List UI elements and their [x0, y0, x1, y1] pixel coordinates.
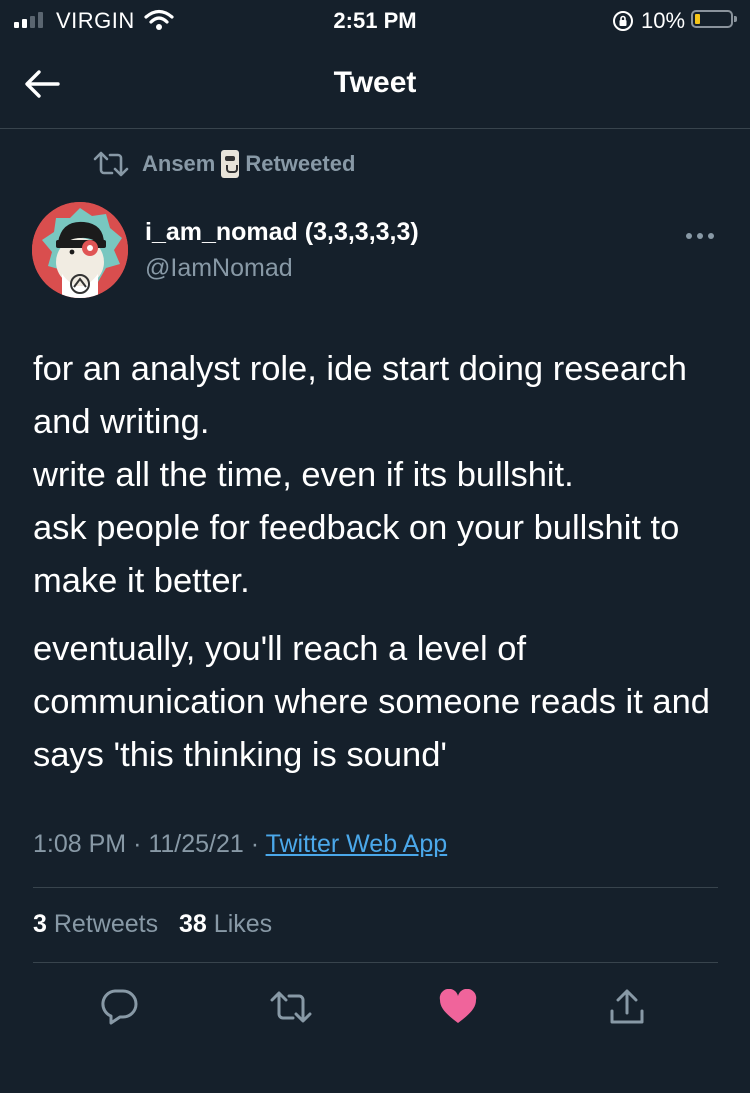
like-button[interactable]: [433, 985, 483, 1029]
tweet-paragraph: for an analyst role, ide start doing res…: [33, 350, 687, 600]
divider: [33, 887, 718, 888]
likes-stat[interactable]: 38 Likes: [179, 910, 272, 938]
tweet-metadata: 1:08 PM · 11/25/21 · Twitter Web App: [33, 830, 447, 859]
tweet-date: 11/25/21: [148, 830, 244, 858]
reply-icon: [101, 989, 138, 1025]
likes-label: Likes: [213, 910, 273, 938]
retweet-icon: [93, 151, 129, 177]
tweet-text: for an analyst role, ide start doing res…: [33, 343, 723, 782]
header-bar: Tweet: [0, 42, 750, 129]
share-button[interactable]: [602, 985, 652, 1029]
source-app-link[interactable]: Twitter Web App: [266, 830, 448, 858]
more-options-icon[interactable]: [680, 224, 720, 248]
separator-dot: ·: [250, 830, 260, 858]
retweeter-name: Ansem: [142, 151, 216, 176]
tweet-paragraph: eventually, you'll reach a level of comm…: [33, 630, 710, 774]
avatar[interactable]: [32, 202, 128, 298]
retweets-stat[interactable]: 3 Retweets: [33, 910, 165, 938]
emoji-badge-icon: [221, 150, 240, 178]
clock: 2:51 PM: [333, 8, 417, 33]
retweeted-label: Retweeted: [245, 151, 356, 176]
page-title: Tweet: [333, 66, 417, 99]
battery-icon: [691, 10, 737, 28]
reply-button[interactable]: [94, 985, 144, 1029]
retweeted-by-row[interactable]: Ansem Retweeted: [92, 150, 355, 178]
likes-count: 38: [179, 910, 207, 938]
author-display-name[interactable]: i_am_nomad (3,3,3,3,3): [145, 218, 419, 247]
tweet-time: 1:08 PM: [33, 830, 127, 858]
retweets-label: Retweets: [53, 910, 159, 938]
status-bar: VIRGIN 2:51 PM 10%: [0, 0, 750, 42]
retweets-count: 3: [33, 910, 47, 938]
divider: [33, 962, 718, 963]
retweet-button[interactable]: [266, 985, 316, 1029]
engagement-stats: 3 Retweets 38 Likes: [33, 910, 286, 939]
share-icon: [610, 989, 644, 1024]
battery-percentage: 10%: [641, 8, 686, 33]
retweet-icon: [270, 991, 312, 1023]
separator-dot: ·: [133, 830, 142, 858]
avatar-image: [32, 202, 128, 298]
heart-icon: [439, 989, 477, 1023]
author-handle[interactable]: @IamNomad: [145, 254, 293, 283]
orientation-lock-icon: [613, 11, 633, 31]
